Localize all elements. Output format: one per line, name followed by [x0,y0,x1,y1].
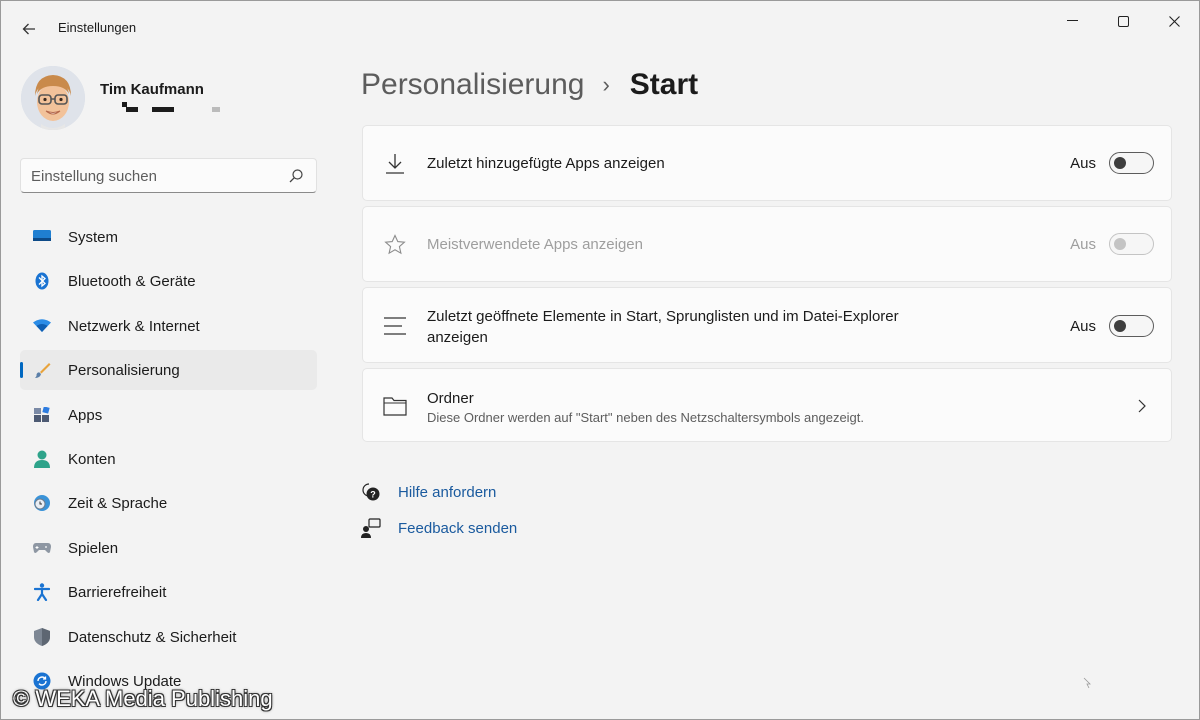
help-question-icon: ? [362,483,380,501]
search-box[interactable] [20,158,317,193]
setting-label-line1: Zuletzt geöffnete Elemente in Start, Spr… [427,308,899,325]
sidebar-item-gaming[interactable]: Spielen [20,528,317,568]
chevron-right-icon [1138,399,1146,413]
user-email-redacted [122,102,222,114]
clock-globe-icon [33,494,51,512]
sidebar-nav: System Bluetooth & Geräte Netzwerk & Int… [20,217,317,705]
maximize-icon [1117,15,1129,27]
sidebar-item-accounts[interactable]: Konten [20,439,317,479]
search-icon[interactable] [288,168,304,184]
breadcrumb-parent[interactable]: Personalisierung [361,68,584,102]
setting-card-folders[interactable]: Ordner Diese Ordner werden auf "Start" n… [362,368,1172,442]
sidebar-item-apps[interactable]: Apps [20,395,317,435]
wifi-icon [33,317,51,335]
minimize-button[interactable] [1047,1,1097,41]
sidebar-item-accessibility[interactable]: Barrierefreiheit [20,572,317,612]
toggle-knob [1114,238,1126,250]
recent-apps-toggle[interactable] [1109,152,1154,174]
feedback-link-label[interactable]: Feedback senden [398,520,517,537]
sidebar-item-privacy-security[interactable]: Datenschutz & Sicherheit [20,617,317,657]
sidebar-item-label: Personalisierung [68,362,180,380]
accessibility-icon [33,583,51,602]
shield-icon [33,627,51,646]
sidebar-item-label: Netzwerk & Internet [68,317,200,335]
close-icon [1168,15,1180,27]
bluetooth-icon [33,272,51,290]
page-title: Start [629,68,699,101]
user-name: Tim Kaufmann [100,81,204,98]
folder-icon [383,394,407,418]
sidebar-item-time-language[interactable]: Zeit & Sprache [20,483,317,523]
sidebar-item-label: System [68,229,119,246]
gamepad-icon [33,539,51,557]
toggle-knob [1114,157,1126,169]
setting-card-recent-items[interactable]: Zuletzt geöffnete Elemente in Start, Spr… [362,287,1172,363]
sidebar-item-system[interactable]: System [20,217,317,257]
person-icon [33,450,51,468]
toggle-knob [1114,320,1126,332]
setting-description: Diese Ordner werden auf "Start" neben de… [427,410,865,425]
star-icon [383,233,407,257]
sidebar-item-label: Datenschutz & Sicherheit [68,628,237,646]
maximize-button[interactable] [1098,1,1148,41]
search-input[interactable] [31,166,281,186]
most-used-toggle [1109,233,1154,255]
apps-icon [33,406,51,424]
brush-icon [33,361,51,379]
app-title: Einstellungen [58,20,137,35]
download-icon [383,152,407,176]
sidebar-item-network[interactable]: Netzwerk & Internet [20,306,317,346]
toggle-state-label: Aus [1070,236,1096,253]
watermark: © WEKA Media Publishing [13,686,273,711]
sidebar-item-label: Spielen [68,539,119,557]
toggle-state-label: Aus [1070,318,1096,335]
help-link-label[interactable]: Hilfe anfordern [398,484,496,501]
minimize-icon [1066,20,1078,21]
mouse-cursor-icon [1083,677,1091,689]
svg-text:?: ? [370,490,376,500]
sidebar-item-label: Apps [68,406,103,424]
sidebar-item-personalization[interactable]: Personalisierung [20,350,317,391]
breadcrumb: Personalisierung › Start [361,67,698,103]
memoji-avatar-icon [21,66,85,130]
feedback-link[interactable]: Feedback senden [361,517,517,539]
setting-label: Meistverwendete Apps anzeigen [427,236,643,253]
settings-window: Einstellungen Tim Kaufmann Einstellung s… [0,0,1200,720]
setting-label-line2: anzeigen [427,329,488,346]
sidebar-item-label: Barrierefreiheit [68,584,167,602]
setting-label: Ordner [427,390,474,407]
toggle-state-label: Aus [1070,155,1096,172]
avatar[interactable] [21,66,85,130]
sidebar-item-label: Zeit & Sprache [68,495,168,513]
monitor-icon [33,228,51,246]
setting-card-recent-apps[interactable]: Zuletzt hinzugefügte Apps anzeigen Aus [362,125,1172,201]
setting-label: Zuletzt hinzugefügte Apps anzeigen [427,155,665,172]
recent-items-toggle[interactable] [1109,315,1154,337]
sidebar-item-bluetooth[interactable]: Bluetooth & Geräte [20,261,317,301]
list-lines-icon [383,314,407,338]
title-bar: Einstellungen [1,1,1200,45]
back-button[interactable] [11,11,47,47]
setting-card-most-used: Meistverwendete Apps anzeigen Aus [362,206,1172,282]
close-button[interactable] [1149,1,1199,41]
breadcrumb-separator: › [602,72,610,97]
arrow-left-icon [22,23,35,35]
sidebar-item-label: Konten [68,450,116,468]
sidebar-item-label: Bluetooth & Geräte [68,273,196,291]
feedback-person-icon [361,518,381,538]
help-link[interactable]: ? Hilfe anfordern [361,481,496,503]
